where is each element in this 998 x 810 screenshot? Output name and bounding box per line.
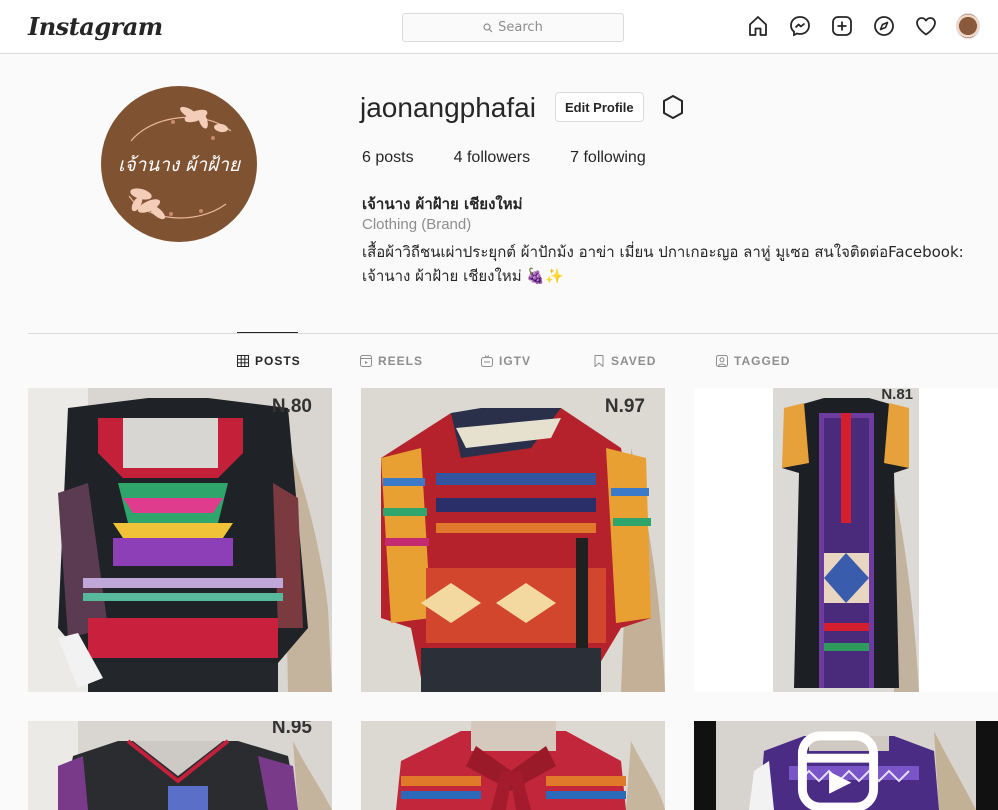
tab-igtv[interactable]: IGTV xyxy=(481,354,531,368)
profile-full-name: เจ้านาง ผ้าฝ้าย เชียงใหม่ xyxy=(362,195,523,213)
post-thumbnail[interactable]: N.95 xyxy=(28,721,332,810)
messenger-icon[interactable] xyxy=(788,14,812,38)
profile-avatar[interactable]: เจ้านาง ผ้าฝ้าย xyxy=(101,86,257,242)
post-thumbnail[interactable]: N.81 xyxy=(694,388,998,692)
tag-icon xyxy=(716,355,728,367)
tab-label: SAVED xyxy=(611,354,657,368)
search-placeholder: Search xyxy=(498,20,543,35)
edit-profile-button[interactable]: Edit Profile xyxy=(555,92,644,122)
search-icon xyxy=(483,22,493,32)
product-code-label: N.95 xyxy=(271,721,312,738)
tabs-divider xyxy=(28,333,998,334)
tab-reels[interactable]: REELS xyxy=(360,354,423,368)
posts-stat: 6 posts xyxy=(362,149,414,166)
post-thumbnail[interactable] xyxy=(361,721,665,810)
igtv-icon xyxy=(481,355,493,367)
tab-label: IGTV xyxy=(499,354,532,368)
profile-avatar-icon[interactable] xyxy=(956,13,980,39)
tab-posts[interactable]: POSTS xyxy=(237,354,301,368)
product-code-label: N.81 xyxy=(881,388,913,403)
profile-stats: 6 posts 4 followers 7 following xyxy=(362,149,646,167)
explore-icon[interactable] xyxy=(872,14,896,38)
profile-bio: เสื้อผ้าวิถีชนเผ่าประยุกต์ ผ้าปักม้ง อาข… xyxy=(362,240,992,288)
new-post-icon[interactable] xyxy=(830,14,854,38)
tab-label: TAGGED xyxy=(734,354,791,368)
tab-label: POSTS xyxy=(255,354,301,368)
grid-icon xyxy=(237,355,249,367)
settings-gear-icon[interactable] xyxy=(660,94,686,120)
profile-username: jaonangphafai xyxy=(360,92,536,123)
avatar-brand-text: เจ้านาง ผ้าฝ้าย xyxy=(117,154,240,176)
post-thumbnail[interactable] xyxy=(694,721,998,810)
reels-icon xyxy=(360,355,372,367)
following-stat[interactable]: 7 following xyxy=(570,149,646,167)
tab-tagged[interactable]: TAGGED xyxy=(716,354,790,368)
reel-indicator-icon xyxy=(797,731,879,810)
post-image xyxy=(694,388,998,692)
followers-stat[interactable]: 4 followers xyxy=(454,149,531,167)
post-thumbnail[interactable]: N.97 xyxy=(361,388,665,692)
post-image xyxy=(361,388,665,692)
bookmark-icon xyxy=(594,355,604,367)
instagram-logo[interactable]: Instagram xyxy=(28,12,163,41)
post-image xyxy=(361,721,665,810)
home-icon[interactable] xyxy=(746,14,770,38)
activity-heart-icon[interactable] xyxy=(914,14,938,38)
tab-saved[interactable]: SAVED xyxy=(593,354,656,368)
search-box[interactable]: Search xyxy=(402,13,624,42)
post-image xyxy=(28,388,332,692)
product-code-label: N.97 xyxy=(604,396,645,417)
top-nav-bar: Instagram Search xyxy=(0,0,998,54)
product-code-label: N.80 xyxy=(271,396,312,417)
active-tab-indicator xyxy=(237,332,298,333)
bio-line: เจ้านาง ผ้าฝ้าย เชียงใหม่ 🍇✨ xyxy=(362,267,564,285)
bio-line: เสื้อผ้าวิถีชนเผ่าประยุกต์ ผ้าปักม้ง อาข… xyxy=(362,243,964,261)
post-thumbnail[interactable]: N.80 xyxy=(28,388,332,692)
profile-category: Clothing (Brand) xyxy=(362,216,472,233)
nav-icons xyxy=(746,13,980,39)
tab-label: REELS xyxy=(378,354,424,368)
